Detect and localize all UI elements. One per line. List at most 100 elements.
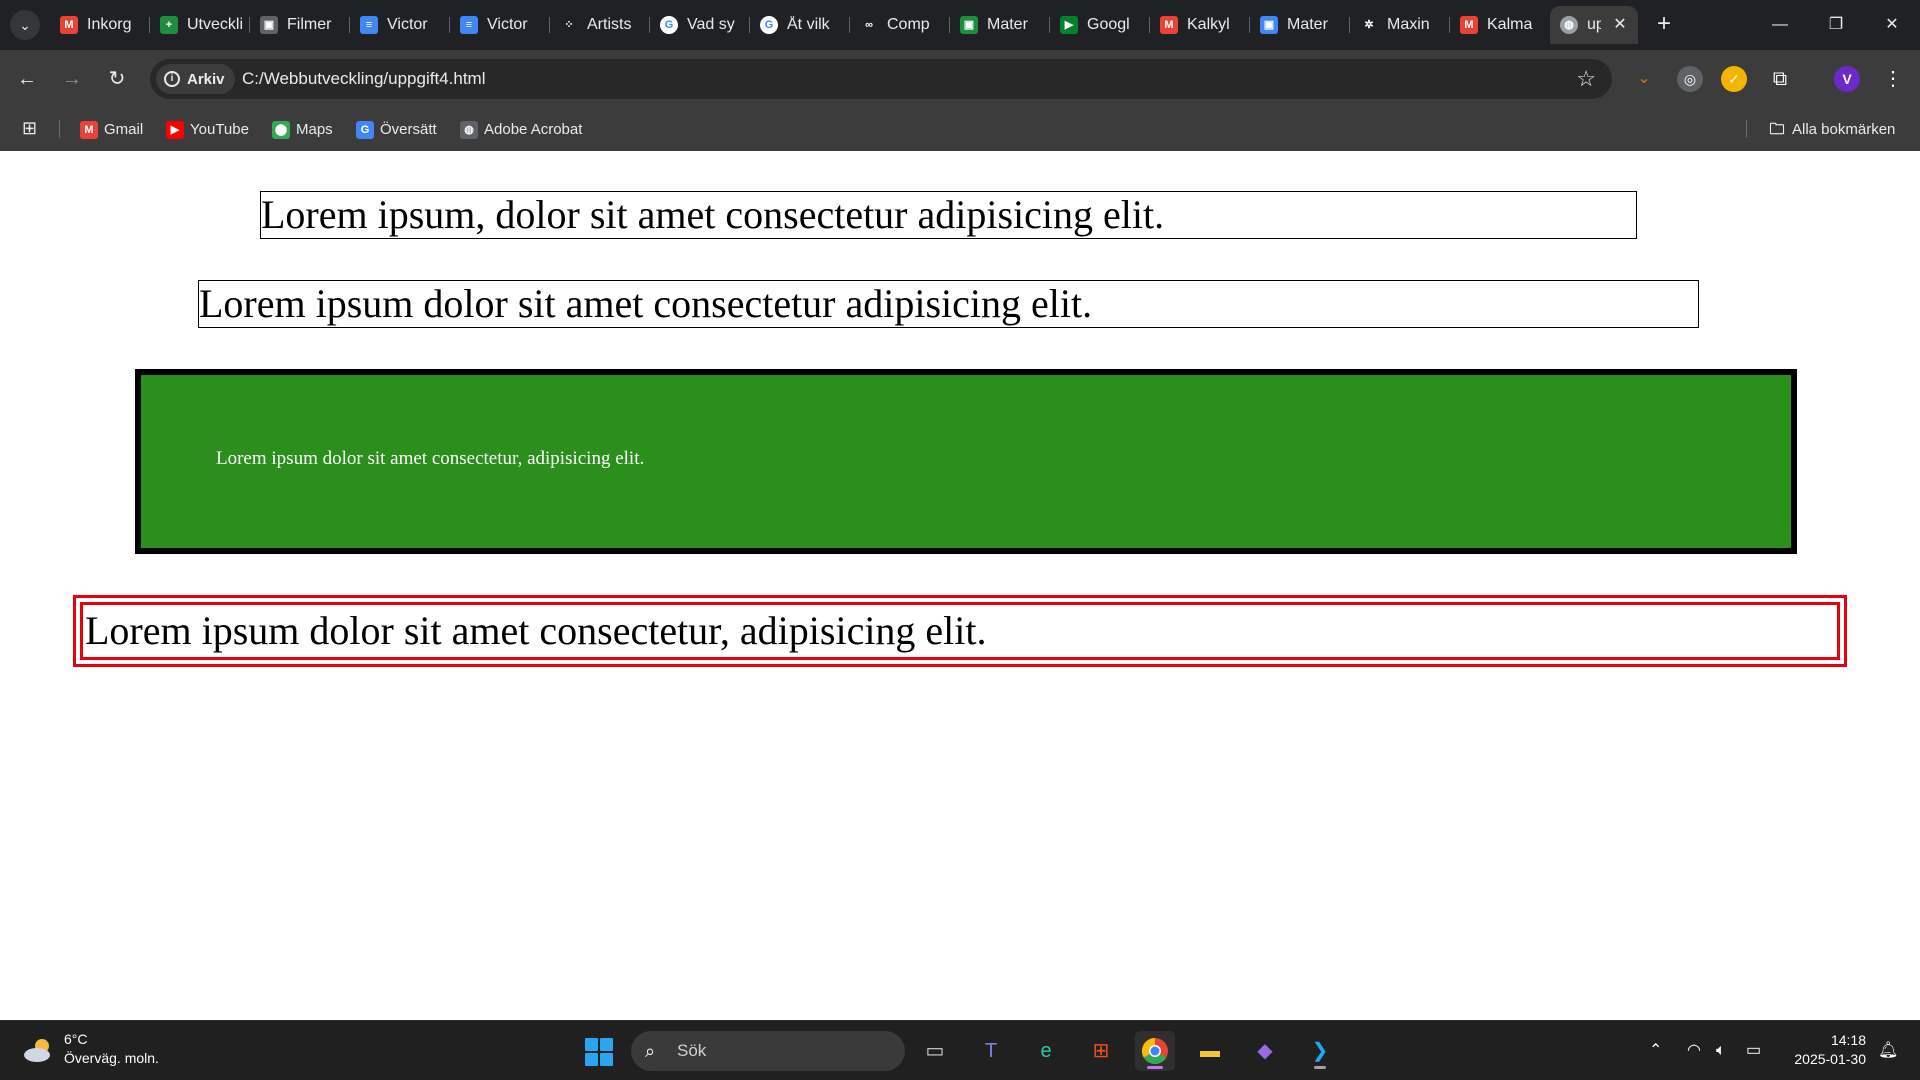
tab-label: Kalkyl [1187,16,1230,33]
window-controls: — ❐ ✕ [1752,0,1920,50]
browser-toolbar: ← → ↻ i Arkiv C:/Webbutveckling/uppgift4… [0,50,1920,108]
tab-label: Victor [487,16,528,33]
tab-label: Inkorg [87,16,132,33]
battery-icon[interactable]: ▭ [1746,1039,1761,1063]
task-view-icon[interactable]: ▭ [915,1031,955,1071]
gmail-icon: M [1160,16,1178,34]
extension-yellow-icon[interactable]: ✓ [1721,66,1747,92]
red-box-text: Lorem ipsum dolor sit amet consectetur, … [80,602,1840,660]
globe-icon: ◍ [1560,16,1578,34]
copilot-icon: ∞ [860,16,878,34]
windows-start-icon[interactable] [585,1038,613,1066]
maps-icon: ⬤ [272,120,290,139]
store-icon[interactable]: ⊞ [1081,1031,1121,1071]
minimize-button[interactable]: — [1752,0,1808,50]
weather-cloud-icon[interactable] [22,1037,56,1063]
browser-tab[interactable]: M Inkorg [50,6,150,44]
all-bookmarks-label: Alla bokmärken [1792,121,1896,138]
address-bar[interactable]: i Arkiv C:/Webbutveckling/uppgift4.html … [150,59,1612,99]
back-button[interactable]: ← [12,64,42,94]
paragraph-box-2: Lorem ipsum dolor sit amet consectetur a… [198,280,1699,328]
site-info-label: Arkiv [187,70,225,88]
google-icon: G [660,16,678,34]
paragraph-box-1: Lorem ipsum, dolor sit amet consectetur … [260,191,1637,239]
green-box: Lorem ipsum dolor sit amet consectetur, … [135,369,1797,554]
classroom-icon: ▣ [960,16,978,34]
browser-tab[interactable]: + Utveckling [150,6,250,44]
vscode-icon[interactable]: ❯ [1300,1031,1340,1071]
tab-label: Mater [987,16,1028,33]
reload-button[interactable]: ↻ [102,64,132,94]
info-icon: i [164,71,180,87]
bookmark-item[interactable]: G Översätt [356,108,437,151]
bookmark-label: Gmail [104,121,144,138]
weather-temp: 6°C [64,1031,88,1047]
close-window-button[interactable]: ✕ [1864,0,1920,50]
globe-icon: ◍ [460,120,478,139]
taskbar-clock[interactable]: 14:18 2025-01-30 [1784,1031,1866,1069]
folder-icon: 🗀 [1769,120,1785,138]
edge-icon[interactable]: e [1026,1031,1066,1071]
tab-label: up [1587,16,1601,33]
browser-tab[interactable]: M Kalkyl [1150,6,1250,44]
bookmark-item[interactable]: ◍ Adobe Acrobat [460,108,582,151]
clock-date: 2025-01-30 [1794,1051,1866,1067]
browser-tab[interactable]: ≡ Victor [350,6,450,44]
show-hidden-icons-chevron-icon[interactable]: ⌃ [1649,1039,1662,1063]
extensions-puzzle-icon[interactable]: ⧉ [1767,66,1793,92]
tab-label: Vad sy [687,16,735,33]
apps-grid-icon[interactable]: ⊞ [22,118,42,138]
sheets-icon: + [160,16,178,34]
tab-label: Comp [887,16,930,33]
all-bookmarks-button[interactable]: 🗀 Alla bokmärken [1768,108,1895,151]
browser-tab[interactable]: M Kalma [1450,6,1550,44]
bookmark-label: Översätt [380,121,437,138]
profile-avatar[interactable]: V [1834,66,1860,92]
taskbar-search[interactable]: ⌕ Sök [631,1031,905,1071]
forward-button[interactable]: → [57,64,87,94]
extension-arrow-icon[interactable]: ⌄ [1631,66,1657,92]
meet-icon: ▶ [1060,16,1078,34]
bookmark-item[interactable]: ⬤ Maps [272,108,333,151]
chrome-icon[interactable] [1135,1031,1175,1071]
taskbar: 6°C Överväg. moln. ⌕ Sök ▭ T e ⊞ ▬ ◆ ❯ ⌃… [0,1020,1920,1080]
browser-tab[interactable]: ✲ Maxin [1350,6,1450,44]
browser-tab[interactable]: ◍ up ✕ [1550,6,1638,44]
wifi-icon[interactable]: ◠ [1687,1039,1701,1063]
open-app-indicator [1314,1066,1326,1069]
browser-tab[interactable]: G Åt vilk [750,6,850,44]
weather-widget[interactable]: 6°C Överväg. moln. [64,1030,159,1068]
restore-button[interactable]: ❐ [1808,0,1864,50]
browser-tab[interactable]: ≡ Victor [450,6,550,44]
search-icon: ⌕ [645,1041,656,1061]
extension-gray-icon[interactable]: ◎ [1677,66,1703,92]
browser-tab[interactable]: ∞ Comp [850,6,950,44]
new-tab-button[interactable]: + [1650,10,1678,38]
url-text[interactable]: C:/Webbutveckling/uppgift4.html [242,59,485,99]
browser-tab[interactable]: ▣ Mater [1250,6,1350,44]
notifications-bell-icon[interactable]: 🔔︎ [1878,1039,1898,1063]
bookmark-star-icon[interactable]: ☆ [1576,67,1596,91]
gmail-icon: M [1460,16,1478,34]
bookmark-item[interactable]: M Gmail [80,108,143,151]
bookmark-item[interactable]: ▶ YouTube [166,108,249,151]
web-page-content: Lorem ipsum, dolor sit amet consectetur … [0,151,1920,1020]
docs-icon: ≡ [360,16,378,34]
close-tab-icon[interactable]: ✕ [1610,15,1630,35]
browser-tab[interactable]: G Vad sy [650,6,750,44]
browser-menu-icon[interactable]: ⋮ [1880,66,1906,92]
clock-time: 14:18 [1830,1032,1866,1048]
browser-tab[interactable]: ⁘ Artists [550,6,650,44]
browser-tab[interactable]: ▶ Googl [1050,6,1150,44]
tab-search-button[interactable]: ⌄ [10,10,40,40]
artists-icon: ⁘ [560,16,578,34]
tab-label: Kalma [1487,16,1533,33]
visual-studio-icon[interactable]: ◆ [1245,1031,1285,1071]
browser-tab[interactable]: ▣ Filmer [250,6,350,44]
volume-muted-icon[interactable]: 🔈︎ [1716,1039,1726,1063]
teams-icon[interactable]: T [971,1031,1011,1071]
bookmarks-separator [1746,120,1747,138]
site-info-chip[interactable]: i Arkiv [156,64,235,94]
file-explorer-icon[interactable]: ▬ [1190,1031,1230,1071]
browser-tab[interactable]: ▣ Mater [950,6,1050,44]
